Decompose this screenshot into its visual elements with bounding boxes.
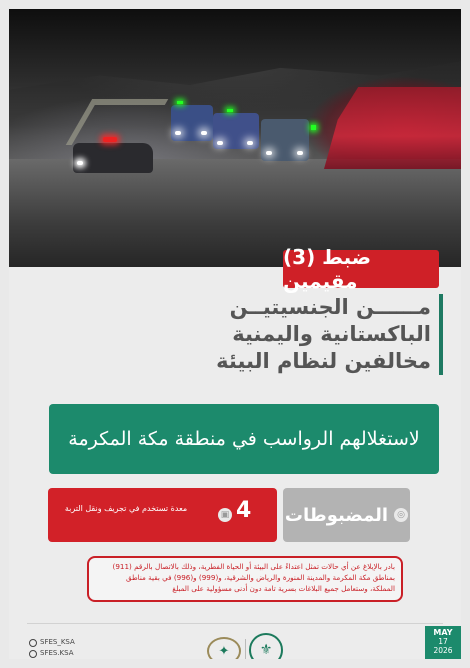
instagram-handle[interactable]: SFES.KSA [29,648,75,659]
x-handle[interactable]: SFES_KSA [29,637,75,648]
headline-line-2: الباكستانية واليمنية [232,322,431,346]
x-icon [29,638,37,647]
truck-3 [261,119,316,161]
truck-1 [171,101,213,141]
notice-line-1: بادر بالإبلاغ عن أي حالات تمثل اعتداءً ع… [112,562,396,571]
logo-divider [245,639,246,659]
equipment-description: معدة تستخدم في تجريف ونقل التربة [64,504,188,513]
date-month: MAY [433,628,453,637]
seized-label-box: المضبوطات ◎ [283,488,410,542]
seal-icon: ◎ [394,508,409,522]
police-pickup [73,137,153,173]
seized-label: المضبوطات [284,504,389,526]
poster: ضبط (3) مقيمين مــــــن الجنسيتيــن البا… [9,9,461,659]
date-day: 17 [438,637,448,646]
instagram-icon [29,649,37,658]
date-badge: MAY 17 2026 [425,626,461,659]
headline-line-3: مخالفين لنظام البيئة [216,349,431,373]
date-year: 2026 [433,646,453,655]
center-logo-icon: ✦ [207,637,241,659]
excavator-arm [65,99,169,145]
headline-line-1: مــــــن الجنسيتيــن [229,295,431,319]
headline: مــــــن الجنسيتيــن الباكستانية واليمني… [131,294,443,375]
notice-line-2: بمناطق مكة المكرمة والمدينة المنورة والر… [125,573,395,582]
equipment-stat-box: معدة تستخدم في تجريف ونقل التربة ▣ 4 [48,488,277,542]
notice-line-3: المملكة، وستعامل جميع البلاغات بسرية تام… [172,584,395,593]
report-notice: بادر بالإبلاغ عن أي حالات تمثل اعتداءً ع… [87,556,403,602]
social-handles: SFES_KSA SFES.KSA [29,637,75,659]
truck-2 [213,109,259,149]
subhead-banner: لاستغلالهم الرواسب في منطقة مكة المكرمة [49,404,439,474]
footer-divider [27,623,443,624]
red-lit-rock [324,87,461,169]
ministry-emblem-icon: ⚜ [249,633,283,659]
equipment-icon: ▣ [218,508,232,522]
hero-photo [9,9,461,267]
title-badge: ضبط (3) مقيمين [283,245,439,293]
equipment-count: 4 [236,498,252,523]
